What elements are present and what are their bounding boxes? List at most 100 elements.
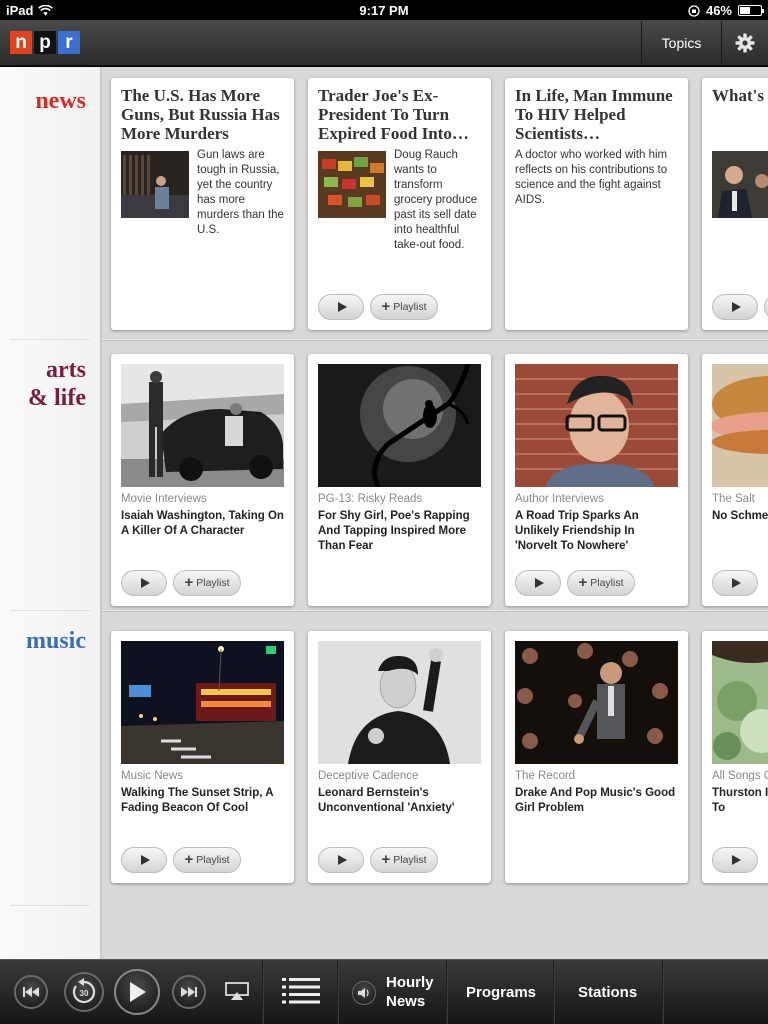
story-photo (515, 364, 678, 487)
plus-icon: + (381, 298, 391, 315)
content-area[interactable]: news arts & life music The U.S. Has More… (0, 67, 768, 959)
play-icon (140, 578, 150, 588)
story-photo (712, 364, 768, 487)
news-card[interactable]: The U.S. Has More Guns, But Russia Has M… (111, 78, 294, 330)
row-divider (102, 340, 768, 341)
add-to-playlist-button[interactable]: + Playlist (370, 294, 438, 320)
section-label-arts-life[interactable]: arts & life (28, 356, 86, 412)
story-teaser: Doug Rauch wants to transform grocery pr… (394, 149, 478, 251)
row-divider (102, 611, 768, 612)
story-headline[interactable]: The U.S. Has More Guns, But Russia Has M… (121, 86, 286, 143)
fast-forward-icon (181, 987, 197, 997)
previous-button[interactable] (14, 975, 48, 1009)
playlist-queue-button[interactable] (282, 978, 320, 1009)
section-label-music[interactable]: music (26, 627, 86, 655)
play-button[interactable] (121, 847, 167, 873)
play-button[interactable] (318, 847, 364, 873)
arts-card[interactable]: Author Interviews A Road Trip Sparks An … (505, 354, 688, 606)
topics-button[interactable]: Topics (641, 20, 721, 66)
plus-icon: + (381, 851, 391, 868)
section-divider (10, 610, 90, 611)
story-category[interactable]: Deceptive Cadence (318, 770, 418, 782)
story-teaser: A doctor who worked with him reflects on… (515, 149, 668, 206)
player-divider (662, 960, 664, 1024)
story-photo (121, 641, 284, 764)
story-headline[interactable]: In Life, Man Immune To HIV Helped Scient… (515, 86, 680, 143)
story-title[interactable]: Drake And Pop Music's Good Girl Problem (515, 786, 680, 816)
story-category[interactable]: Author Interviews (515, 493, 604, 505)
play-button[interactable] (121, 570, 167, 596)
add-to-playlist-button[interactable]: + Playlist (173, 570, 241, 596)
story-photo (712, 641, 768, 764)
airplay-button[interactable] (225, 982, 249, 1005)
story-category[interactable]: The Salt (712, 493, 755, 505)
section-divider (10, 905, 90, 906)
play-button[interactable] (318, 294, 364, 320)
section-label-news[interactable]: news (35, 87, 86, 115)
story-photo (318, 364, 481, 487)
story-thumbnail (318, 151, 386, 218)
play-icon (337, 855, 347, 865)
play-button[interactable] (515, 570, 561, 596)
play-icon (140, 855, 150, 865)
skip-back-30-button[interactable]: 30 (64, 972, 104, 1012)
play-icon (731, 302, 741, 312)
story-headline[interactable]: What's Congre Budget (712, 86, 768, 105)
next-button[interactable] (172, 975, 206, 1009)
play-icon (337, 302, 347, 312)
hourly-news-play[interactable] (352, 981, 376, 1005)
story-category[interactable]: All Songs C (712, 770, 768, 782)
news-card[interactable]: In Life, Man Immune To HIV Helped Scient… (505, 78, 688, 330)
story-category[interactable]: PG-13: Risky Reads (318, 493, 422, 505)
play-icon (731, 578, 741, 588)
story-category[interactable]: The Record (515, 770, 575, 782)
add-to-playlist-button[interactable]: + Playlist (370, 847, 438, 873)
add-to-playlist-button[interactable]: + (764, 294, 768, 320)
playlist-label: Playlist (590, 577, 624, 589)
play-icon (130, 982, 146, 1002)
news-card[interactable]: What's Congre Budget + (702, 78, 768, 330)
player-divider (446, 960, 448, 1024)
story-thumbnail (121, 151, 189, 218)
plus-icon: + (184, 851, 194, 868)
hourly-news-button[interactable]: Hourly News (386, 973, 434, 1011)
add-to-playlist-button[interactable]: + Playlist (173, 847, 241, 873)
npr-logo[interactable]: npr (10, 31, 80, 54)
settings-button[interactable] (721, 20, 768, 66)
section-sidebar: news arts & life music (0, 67, 102, 959)
rewind-icon (23, 987, 39, 997)
play-button[interactable] (712, 570, 758, 596)
music-card[interactable]: Deceptive Cadence Leonard Bernstein's Un… (308, 631, 491, 883)
arts-card[interactable]: PG-13: Risky Reads For Shy Girl, Poe's R… (308, 354, 491, 606)
story-title[interactable]: For Shy Girl, Poe's Rapping And Tapping … (318, 509, 483, 554)
play-button[interactable] (712, 847, 758, 873)
playlist-label: Playlist (196, 577, 230, 589)
stations-button[interactable]: Stations (578, 984, 637, 1001)
arts-card[interactable]: Movie Interviews Isaiah Washington, Taki… (111, 354, 294, 606)
music-card[interactable]: All Songs C Thurston I Aitken Tal 'Stati… (702, 631, 768, 883)
story-title[interactable]: A Road Trip Sparks An Unlikely Friendshi… (515, 509, 680, 554)
play-pause-button[interactable] (114, 969, 160, 1015)
story-thumbnail (712, 151, 768, 218)
add-to-playlist-button[interactable]: + Playlist (567, 570, 635, 596)
music-card[interactable]: Music News Walking The Sunset Strip, A F… (111, 631, 294, 883)
speaker-icon (358, 988, 369, 998)
news-card[interactable]: Trader Joe's Ex-President To Turn Expire… (308, 78, 491, 330)
music-card[interactable]: The Record Drake And Pop Music's Good Gi… (505, 631, 688, 883)
story-title[interactable]: No Schme History Of (712, 509, 768, 524)
play-button[interactable] (712, 294, 758, 320)
story-title[interactable]: Walking The Sunset Strip, A Fading Beaco… (121, 786, 286, 816)
playlist-label: Playlist (393, 301, 427, 313)
story-category[interactable]: Movie Interviews (121, 493, 207, 505)
section-divider (10, 339, 90, 340)
battery-percent: 46% (705, 3, 732, 18)
programs-button[interactable]: Programs (466, 984, 536, 1001)
story-title[interactable]: Isaiah Washington, Taking On A Killer Of… (121, 509, 286, 539)
story-title[interactable]: Thurston I Aitken Tal 'Station To (712, 786, 768, 816)
story-headline[interactable]: Trader Joe's Ex-President To Turn Expire… (318, 86, 483, 143)
arts-card[interactable]: The Salt No Schme History Of (702, 354, 768, 606)
play-icon (731, 855, 741, 865)
story-photo (121, 364, 284, 487)
story-category[interactable]: Music News (121, 770, 183, 782)
story-title[interactable]: Leonard Bernstein's Unconventional 'Anxi… (318, 786, 483, 816)
